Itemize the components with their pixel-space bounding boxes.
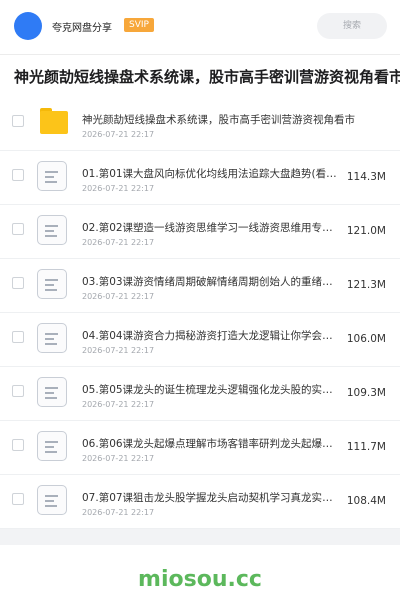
item-date: 2026-07-21 22:17 (82, 400, 155, 409)
file-icon (37, 323, 67, 353)
item-date: 2026-07-21 22:17 (82, 508, 155, 517)
item-size: 109.3M (346, 387, 386, 399)
checkbox[interactable] (12, 277, 24, 289)
file-icon (37, 431, 67, 461)
item-name: 01.第01课大盘风向标优化均线用法追踪大盘趋势(看懂大盘风向) (82, 168, 340, 180)
item-size: 108.4M (346, 495, 386, 507)
item-size: 111.7M (346, 441, 386, 453)
item-name: 07.第07课狙击龙头股学握龙头启动契机学习真龙实战打法 (82, 492, 340, 504)
list-item[interactable]: 03.第03课游资情绪周期破解情绪周期创始人的重绪周期模型 2026-07-21… (0, 259, 400, 313)
svip-badge: SVIP (124, 18, 154, 32)
file-list: 神光颜劼短线操盘术系统课，股市高手密训营游资视角看市 2026-07-21 22… (0, 97, 400, 529)
item-name: 05.第05课龙头的诞生梳理龙头逻辑强化龙头股的实战运用技巧 (82, 384, 340, 396)
avatar[interactable] (14, 12, 42, 40)
file-icon (37, 485, 67, 515)
item-name: 06.第06课龙头起爆点理解市场客错率研判龙头起爆信号 (82, 438, 340, 450)
item-size: 106.0M (346, 333, 386, 345)
file-icon (37, 215, 67, 245)
item-date: 2026-07-21 22:17 (82, 238, 155, 247)
list-item[interactable]: 神光颜劼短线操盘术系统课，股市高手密训营游资视角看市 2026-07-21 22… (0, 97, 400, 151)
list-item[interactable]: 02.第02课塑造一线游资思维学习一线游资思维用专业视角看盘 2026-07-2… (0, 205, 400, 259)
username: 夸克网盘分享 (52, 23, 112, 34)
checkbox[interactable] (12, 169, 24, 181)
footer: miosou.cc (0, 545, 400, 600)
watermark: miosou.cc (138, 567, 262, 592)
list-item[interactable]: 07.第07课狙击龙头股学握龙头启动契机学习真龙实战打法 2026-07-21 … (0, 475, 400, 529)
folder-icon (40, 108, 68, 136)
page-title: 神光颜劼短线操盘术系统课，股市高手密训营游资视角看市 (14, 68, 400, 86)
list-item[interactable]: 06.第06课龙头起爆点理解市场客错率研判龙头起爆信号 2026-07-21 2… (0, 421, 400, 475)
item-name: 02.第02课塑造一线游资思维学习一线游资思维用专业视角看盘 (82, 222, 340, 234)
item-size: 121.3M (346, 279, 386, 291)
list-item[interactable]: 01.第01课大盘风向标优化均线用法追踪大盘趋势(看懂大盘风向) 2026-07… (0, 151, 400, 205)
item-size: 114.3M (346, 171, 386, 183)
item-date: 2026-07-21 22:17 (82, 130, 155, 139)
item-date: 2026-07-21 22:17 (82, 292, 155, 301)
item-name: 04.第04课游资合力揭秘游资打造大龙逻辑让你学会跟随主力 (82, 330, 340, 342)
checkbox[interactable] (12, 493, 24, 505)
file-icon (37, 377, 67, 407)
checkbox[interactable] (12, 385, 24, 397)
item-name: 神光颜劼短线操盘术系统课，股市高手密训营游资视角看市 (82, 114, 355, 126)
checkbox[interactable] (12, 439, 24, 451)
file-icon (37, 161, 67, 191)
file-icon (37, 269, 67, 299)
list-item[interactable]: 04.第04课游资合力揭秘游资打造大龙逻辑让你学会跟随主力 2026-07-21… (0, 313, 400, 367)
checkbox[interactable] (12, 331, 24, 343)
item-size: 121.0M (346, 225, 386, 237)
checkbox[interactable] (12, 115, 24, 127)
title-bar: 神光颜劼短线操盘术系统课，股市高手密训营游资视角看市 (0, 55, 400, 97)
item-date: 2026-07-21 22:17 (82, 454, 155, 463)
search-button[interactable]: 搜索 (317, 13, 387, 39)
item-name: 03.第03课游资情绪周期破解情绪周期创始人的重绪周期模型 (82, 276, 340, 288)
item-date: 2026-07-21 22:17 (82, 346, 155, 355)
list-item[interactable]: 05.第05课龙头的诞生梳理龙头逻辑强化龙头股的实战运用技巧 2026-07-2… (0, 367, 400, 421)
item-date: 2026-07-21 22:17 (82, 184, 155, 193)
checkbox[interactable] (12, 223, 24, 235)
app-header: 夸克网盘分享 SVIP 搜索 (0, 0, 400, 55)
